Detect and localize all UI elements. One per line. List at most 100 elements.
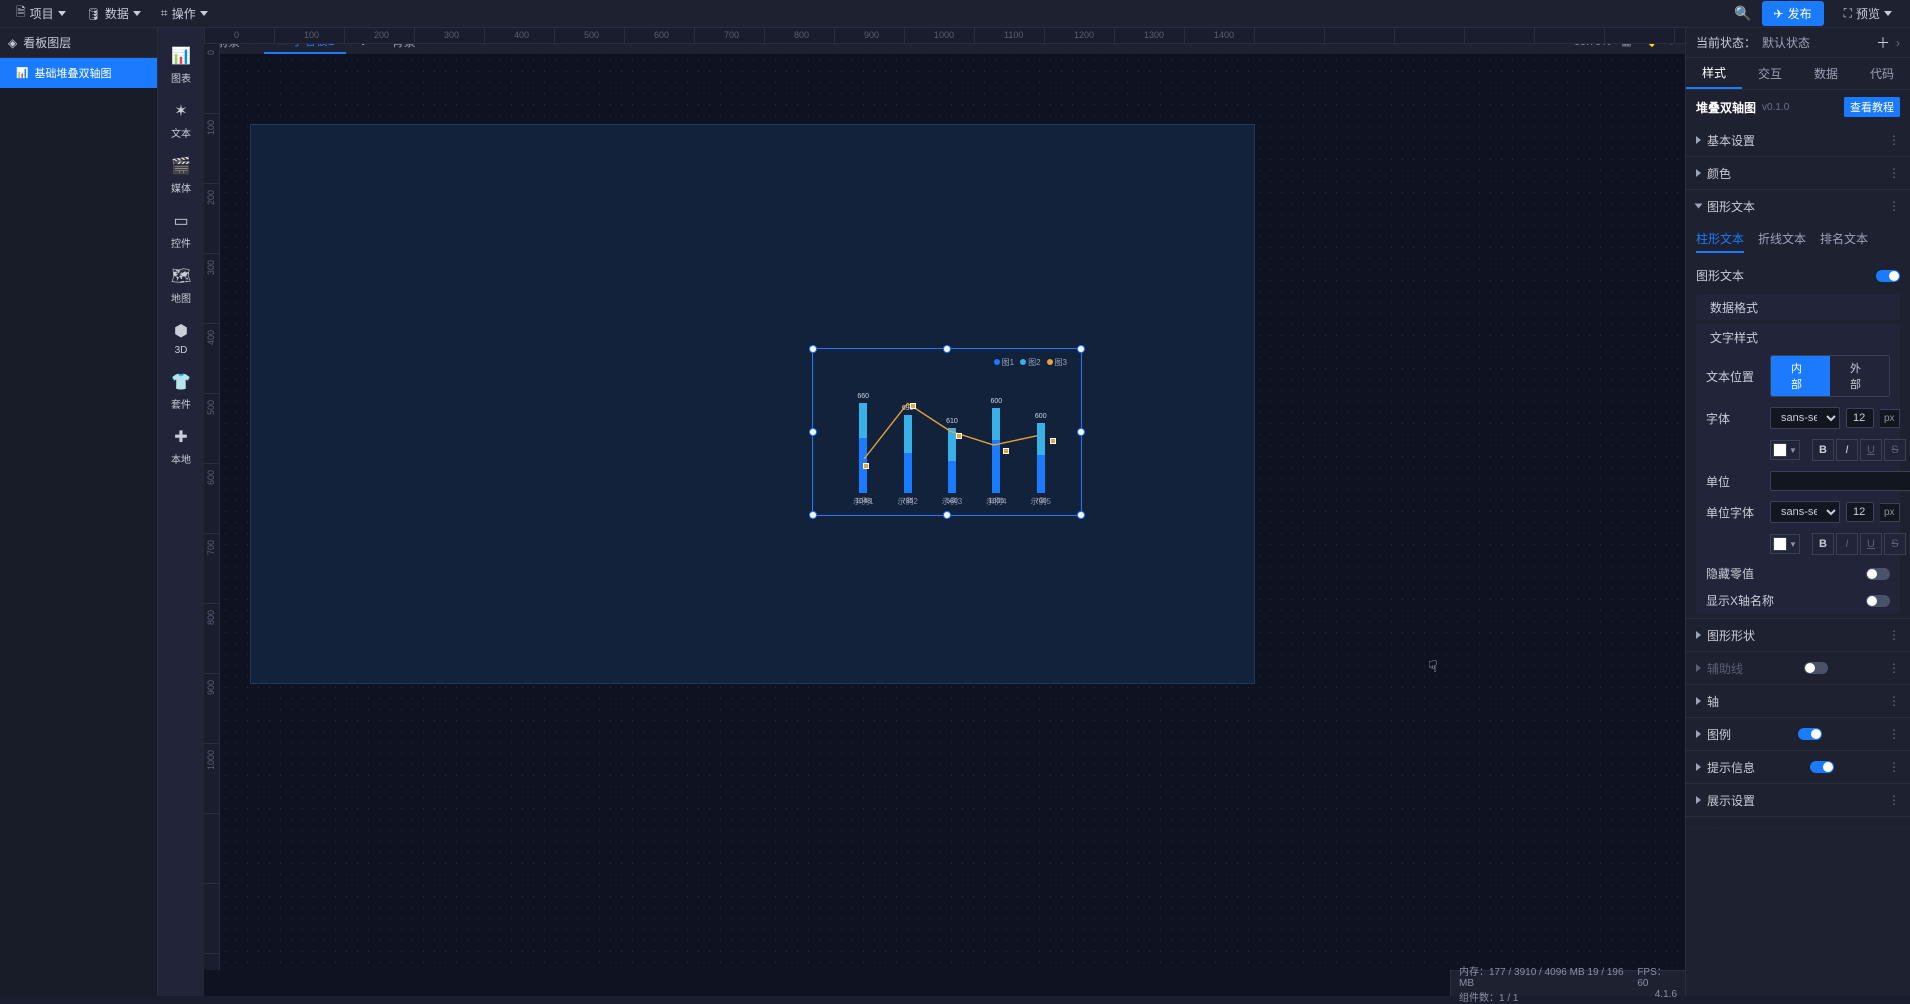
- more-icon[interactable]: ⋮: [1888, 793, 1900, 807]
- font-size-input[interactable]: [1846, 408, 1874, 428]
- resize-handle[interactable]: [1077, 428, 1085, 436]
- tool-media[interactable]: 🎬媒体: [158, 148, 204, 203]
- tool-map[interactable]: 🗺地图: [158, 258, 204, 313]
- more-icon[interactable]: ⋮: [1888, 166, 1900, 180]
- tool-kit[interactable]: 👕套件: [158, 364, 204, 419]
- fullscreen-icon: ⛶: [1844, 6, 1852, 21]
- resize-handle[interactable]: [809, 345, 817, 353]
- menu-project[interactable]: 🗎项目: [8, 0, 74, 28]
- section-shape[interactable]: 图形形状⋮: [1686, 619, 1910, 651]
- widget-version: v0.1.0: [1762, 102, 1789, 113]
- pos-outer[interactable]: 外部: [1830, 356, 1889, 396]
- font-color-picker[interactable]: ▼: [1770, 440, 1800, 460]
- tool-3d[interactable]: ⬢3D: [158, 313, 204, 364]
- resize-handle[interactable]: [1077, 511, 1085, 519]
- tool-chart[interactable]: 📊图表: [158, 38, 204, 93]
- tool-text[interactable]: ✶文本: [158, 93, 204, 148]
- board[interactable]: [250, 124, 1255, 684]
- showx-toggle[interactable]: [1866, 595, 1890, 607]
- legend-toggle[interactable]: [1798, 728, 1822, 740]
- right-panel: 当前状态：默认状态 ＋ › 样式 交互 数据 代码 堆叠双轴图 v0.1.0 查…: [1685, 28, 1910, 996]
- text-icon: ✶: [174, 101, 187, 121]
- resize-handle[interactable]: [943, 511, 951, 519]
- search-icon[interactable]: 🔍: [1734, 5, 1751, 22]
- font-select[interactable]: sans-serif: [1770, 407, 1840, 429]
- ruler-horizontal: 0 100 200 300 400 500 600 700 800 900 10…: [204, 28, 1685, 44]
- more-icon[interactable]: ⋮: [1888, 133, 1900, 147]
- chevron-down-icon: [133, 11, 141, 16]
- subtab-rank[interactable]: 排名文本: [1820, 230, 1868, 253]
- state-bar: 当前状态：默认状态 ＋ ›: [1686, 28, 1910, 58]
- chevron-down-icon: [200, 11, 208, 16]
- tab-code[interactable]: 代码: [1854, 58, 1910, 89]
- more-icon[interactable]: ⋮: [1888, 661, 1900, 675]
- tab-style[interactable]: 样式: [1686, 58, 1742, 89]
- unit-input[interactable]: [1770, 471, 1910, 491]
- unit-font-size-input[interactable]: [1846, 502, 1874, 522]
- unit-font-select[interactable]: sans-serif: [1770, 501, 1840, 523]
- pos-inner[interactable]: 内部: [1771, 356, 1830, 396]
- resize-handle[interactable]: [809, 511, 817, 519]
- chevron-right-icon[interactable]: ›: [1896, 36, 1900, 50]
- subtab-line[interactable]: 折线文本: [1758, 230, 1806, 253]
- unit-strike-button[interactable]: S: [1884, 533, 1906, 555]
- bold-button[interactable]: B: [1812, 439, 1834, 461]
- section-display[interactable]: 展示设置⋮: [1686, 784, 1910, 816]
- section-tip[interactable]: 提示信息⋮: [1686, 751, 1910, 783]
- canvas-area: 0 100 200 300 400 500 600 700 800 900 10…: [204, 28, 1685, 996]
- layers-header[interactable]: ◈看板图层: [0, 28, 157, 58]
- resize-handle[interactable]: [809, 428, 817, 436]
- menu-data[interactable]: 🛢数据: [78, 0, 149, 28]
- status-bar: 内存：177 / 3910 / 4096 MB 19 / 196 MBFPS：6…: [1450, 970, 1685, 996]
- section-guide[interactable]: 辅助线⋮: [1686, 652, 1910, 684]
- database-icon: 🛢: [86, 7, 101, 21]
- add-state-button[interactable]: ＋: [1876, 33, 1890, 53]
- unit-color-picker[interactable]: ▼: [1770, 534, 1800, 554]
- preview-button[interactable]: ⛶预览: [1834, 1, 1902, 26]
- tool-local[interactable]: ✚本地: [158, 419, 204, 474]
- unit-italic-button[interactable]: I: [1836, 533, 1858, 555]
- layer-item[interactable]: 📊基础堆叠双轴图: [0, 58, 157, 88]
- resize-handle[interactable]: [943, 345, 951, 353]
- hidezero-toggle[interactable]: [1866, 568, 1890, 580]
- section-anim[interactable]: 动画: [1686, 817, 1910, 829]
- sub-textstyle[interactable]: 文字样式: [1696, 324, 1900, 350]
- panel-tabs: 样式 交互 数据 代码: [1686, 58, 1910, 90]
- section-base[interactable]: 基本设置⋮: [1686, 124, 1910, 156]
- underline-button[interactable]: U: [1860, 439, 1882, 461]
- more-icon[interactable]: ⋮: [1888, 628, 1900, 642]
- resize-handle[interactable]: [1077, 345, 1085, 353]
- shapetext-toggle[interactable]: [1876, 270, 1900, 282]
- menu-operate[interactable]: ⌗操作: [153, 0, 216, 28]
- kit-icon: 👕: [171, 372, 191, 392]
- section-legend[interactable]: 图例⋮: [1686, 718, 1910, 750]
- chevron-down-icon: [1884, 11, 1892, 16]
- more-icon[interactable]: ⋮: [1888, 694, 1900, 708]
- tab-data[interactable]: 数据: [1798, 58, 1854, 89]
- section-shapetext[interactable]: 图形文本⋮: [1686, 190, 1910, 222]
- unit-bold-button[interactable]: B: [1812, 533, 1834, 555]
- text-position-toggle[interactable]: 内部 外部: [1770, 355, 1890, 397]
- italic-button[interactable]: I: [1836, 439, 1858, 461]
- selected-widget[interactable]: 图1 图2 图3 6601048 690735 610580 6001005 6…: [812, 348, 1082, 516]
- publish-button[interactable]: ✈发布: [1762, 1, 1824, 26]
- tool-control[interactable]: ▭控件: [158, 203, 204, 258]
- guide-toggle[interactable]: [1804, 662, 1828, 674]
- tip-toggle[interactable]: [1810, 761, 1834, 773]
- more-icon[interactable]: ⋮: [1888, 199, 1900, 213]
- more-icon[interactable]: ⋮: [1888, 760, 1900, 774]
- file-icon: 🗎: [16, 3, 26, 24]
- topbar: 🗎项目 🛢数据 ⌗操作 🔍 ✈发布 ⛶预览: [0, 0, 1910, 28]
- sub-dataformat[interactable]: 数据格式: [1696, 294, 1900, 320]
- main: ◈看板图层 📊基础堆叠双轴图 📊图表 ✶文本 🎬媒体 ▭控件 🗺地图 ⬢3D 👕…: [0, 28, 1910, 996]
- unit-underline-button[interactable]: U: [1860, 533, 1882, 555]
- tab-interact[interactable]: 交互: [1742, 58, 1798, 89]
- puzzle-icon: ✚: [174, 427, 187, 447]
- tutorial-button[interactable]: 查看教程: [1844, 97, 1900, 117]
- strike-button[interactable]: S: [1884, 439, 1906, 461]
- more-icon[interactable]: ⋮: [1888, 727, 1900, 741]
- media-icon: 🎬: [171, 156, 191, 176]
- section-axis[interactable]: 轴⋮: [1686, 685, 1910, 717]
- section-color[interactable]: 颜色⋮: [1686, 157, 1910, 189]
- subtab-bar[interactable]: 柱形文本: [1696, 230, 1744, 253]
